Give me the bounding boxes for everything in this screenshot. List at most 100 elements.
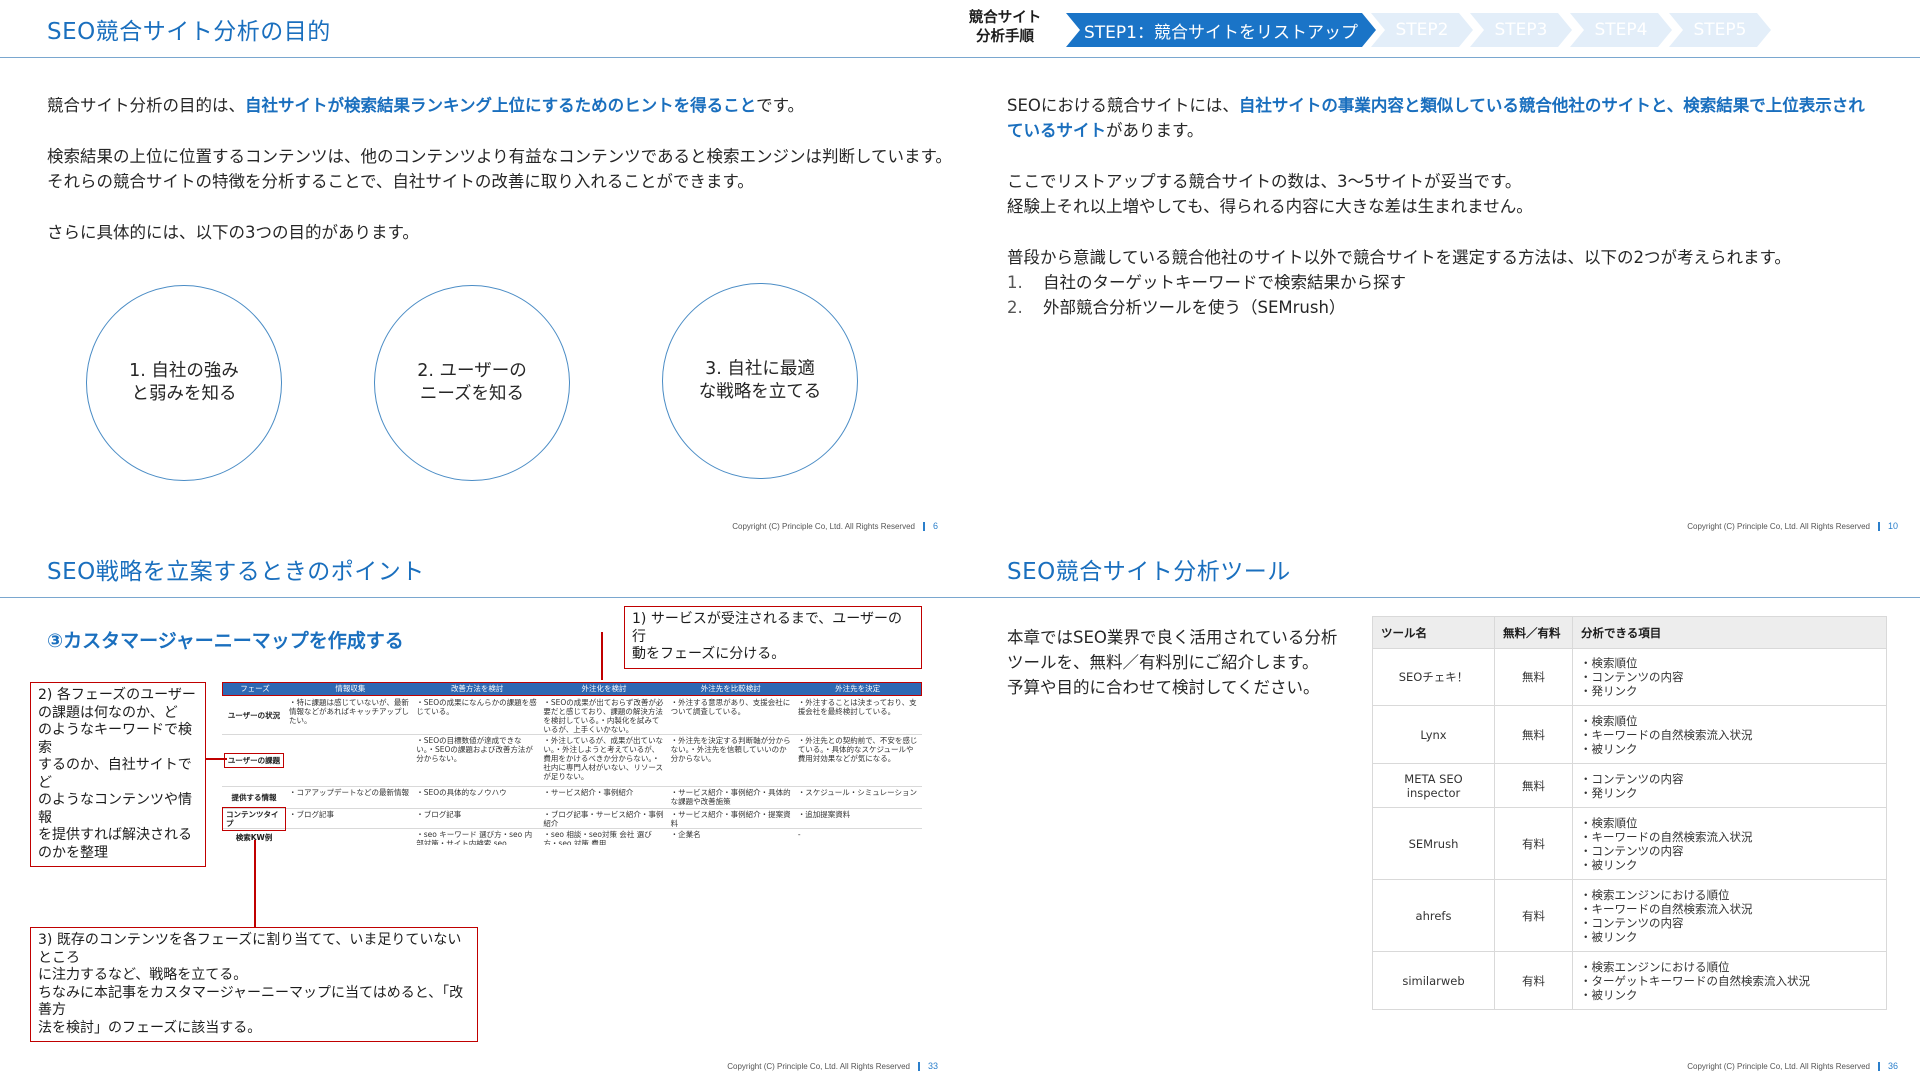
map-cell [286,829,413,845]
paragraph: 検索結果の上位に位置するコンテンツは、他のコンテンツより有益なコンテンツであると… [47,147,952,166]
map-row: 検索KW例 ・seo キーワード 選び方・seo 内部対策・サイト内検索 seo… [222,829,922,845]
callout-strategy: 3) 既存のコンテンツを各フェーズに割り当てて、いま足りていないところ に注力す… [30,927,478,1042]
map-header: フェーズ 情報収集 改善方法を検討 外注化を検討 外注先を比較検討 外注先を決定 [222,682,922,696]
slide-body: 競合サイト分析の目的は、自社サイトが検索結果ランキング上位にするためのヒントを得… [47,93,952,245]
circle-text: 3. 自社に最適 [705,359,815,379]
step-4: STEP4 [1570,13,1672,47]
tool-item: ・コンテンツの内容 [1580,915,1684,930]
slide-body: 本章ではSEO業界で良く活用されている分析 ツールを、無料／有料別にご紹介します… [1007,625,1337,700]
callout-text: 2) 各フェーズのユーザー [38,687,196,703]
list-number: 2. [1007,298,1023,317]
tool-items: ・検索エンジンにおける順位 ・キーワードの自然検索流入状況 ・コンテンツの内容 … [1572,879,1887,952]
map-cell: - [797,830,801,839]
tools-table: ツール名 無料／有料 分析できる項目 SEOチェキ！ 無料 ・検索順位 ・コンテ… [1372,616,1887,1010]
footer: Copyright (C) Principle Co, Ltd. All Rig… [1687,521,1898,531]
tool-item: ・発リンク [1580,785,1638,800]
tool-item: ・キーワードの自然検索流入状況 [1580,829,1753,844]
page-number: 10 [1887,521,1898,531]
map-cell: ・サービス紹介・事例紹介・提案資料 [670,810,791,828]
paragraph: ているサイトがあります。 [1007,118,1865,143]
purpose-circle-3: 3. 自社に最適 な戦略を立てる [662,283,858,479]
map-cell: ・追加提案資料 [797,810,851,819]
tool-item: ・ターゲットキーワードの自然検索流入状況 [1580,973,1810,988]
callout-text: のようなコンテンツや情報 [38,792,192,826]
map-row-header-text: ユーザーの課題 [223,753,285,768]
tool-fee: 無料 [1494,648,1573,706]
tool-item: ・被リンク [1580,741,1638,756]
footer: Copyright (C) Principle Co, Ltd. All Rig… [727,1061,938,1071]
footer-divider [922,521,925,531]
tool-name: META SEO inspector [1372,763,1495,808]
slide-seo-competitor-purpose: SEO競合サイト分析の目的 競合サイト分析の目的は、自社サイトが検索結果ランキン… [0,0,960,540]
table-row: SEOチェキ！ 無料 ・検索順位 ・コンテンツの内容 ・発リンク [1372,648,1887,706]
map-cell: ・スケジュール・シミュレーション [797,788,917,797]
tool-name-text: similarweb [1402,973,1465,988]
tool-name: ahrefs [1372,879,1495,952]
tool-name-text: Lynx [1420,727,1447,742]
highlight-text: ているサイト [1007,121,1106,140]
map-header-cell: 外注化を検討 [581,684,627,693]
tool-items: ・検索エンジンにおける順位 ・ターゲットキーワードの自然検索流入状況 ・被リンク [1572,951,1887,1010]
map-cell: ・SEOの成果になんらかの課題を感じている。 [416,698,537,716]
map-row-header-text: コンテンツタイプ [222,806,286,831]
highlight-text: 自社サイトが検索結果ランキング上位にするためのヒントを得ること [245,96,757,115]
map-cell: ・外注先を決定する判断軸が分からない。・外注先を信頼していいのか分からない。 [670,736,791,763]
slide-competitor-listing: 競合サイト 分析手順 STEP1：競合サイトをリストアップ STEP2 STEP… [960,0,1920,540]
tool-items: ・検索順位 ・コンテンツの内容 ・発リンク [1572,648,1887,706]
title-divider [0,57,960,58]
title-divider [0,597,960,598]
tool-item: ・キーワードの自然検索流入状況 [1580,901,1753,916]
paragraph: 本章ではSEO業界で良く活用されている分析 [1007,628,1338,647]
map-cell: ・SEOの目標数値が達成できない。・SEOの課題および改善方法が分からない。 [416,736,533,763]
callout-text: ちなみに本記事をカスタマージャーニーマップに当てはめると、「改善方 [38,984,464,1019]
copyright: Copyright (C) Principle Co, Ltd. All Rig… [1687,521,1870,531]
copyright: Copyright (C) Principle Co, Ltd. All Rig… [727,1061,910,1071]
map-cell: ・サービス紹介・事例紹介・具体的な課題や改善施策 [670,788,791,806]
column-header: 分析できる項目 [1572,616,1887,649]
step-2: STEP2 [1371,13,1473,47]
tool-name-text: ahrefs [1415,908,1452,923]
map-cell: ・SEOの具体的なノウハウ [416,788,507,797]
purpose-circle-2: 2. ユーザーの ニーズを知る [374,285,570,481]
text: 競合サイト分析の目的は、 [47,96,245,115]
paragraph: 予算や目的に合わせて検討してください。 [1007,678,1320,697]
table-row: SEMrush 有料 ・検索順位 ・キーワードの自然検索流入状況 ・コンテンツの… [1372,807,1887,880]
map-cell: ・外注することは決まっており、支援会社を最終検討している。 [797,698,917,716]
paragraph: 普段から意識している競合他社のサイト以外で競合サイトを選定する方法は、以下の2つ… [1007,248,1791,267]
map-cell: ・コアアップデートなどの最新情報 [289,788,409,797]
list-item: 1. 自社のターゲットキーワードで検索結果から探す [1007,270,1865,295]
map-cell [286,735,413,786]
tool-item: ・被リンク [1580,929,1638,944]
map-cell: ・ブログ記事 [416,810,462,819]
callout-text: するのか、自社サイトでど [38,757,192,791]
tool-fee: 無料 [1494,705,1573,764]
circle-text: ニーズを知る [419,384,525,404]
footer: Copyright (C) Principle Co, Ltd. All Rig… [1687,1061,1898,1071]
tool-name: Lynx [1372,705,1495,764]
table-row: Lynx 無料 ・検索順位 ・キーワードの自然検索流入状況 ・被リンク [1372,705,1887,764]
tool-items: ・検索順位 ・キーワードの自然検索流入状況 ・被リンク [1572,705,1887,764]
text: があります。 [1106,121,1204,140]
map-cell: ・seo キーワード 選び方・seo 内部対策・サイト内検索 seo [416,830,533,845]
copyright: Copyright (C) Principle Co, Ltd. All Rig… [732,521,915,531]
paragraph: 競合サイト分析の目的は、自社サイトが検索結果ランキング上位にするためのヒントを得… [47,93,952,118]
slide-seo-analysis-tools: SEO競合サイト分析ツール 本章ではSEO業界で良く活用されている分析 ツールを… [960,540,1920,1080]
callout-text: 法を検討」のフェーズに該当する。 [38,1019,262,1036]
map-cell: ・企業名 [670,830,701,839]
callout-text: を提供すれば解決される [38,827,192,843]
tool-fee: 有料 [1494,951,1573,1010]
step-3: STEP3 [1470,13,1572,47]
map-row-header: ユーザーの課題 [222,735,286,786]
map-header-cell: 情報収集 [335,684,366,693]
callout-text: のかを整理 [38,844,108,861]
highlight-text: 自社サイトの事業内容と類似している競合他社のサイトと、検索結果で上位表示され [1238,96,1865,115]
slide-seo-strategy-points: SEO戦略を立案するときのポイント ③カスタマージャーニーマップを作成する フェ… [0,540,960,1080]
table-row: ahrefs 有料 ・検索エンジンにおける順位 ・キーワードの自然検索流入状況 … [1372,879,1887,952]
slide-title: SEO戦略を立案するときのポイント [47,559,425,585]
title-divider [960,597,1920,598]
map-row: コンテンツタイプ ・ブログ記事 ・ブログ記事 ・ブログ記事・サービス紹介・事例紹… [222,806,922,831]
map-cell: ・外注しているが、成果が出ていない。・外注しようと考えているが、費用をかけるべき… [543,736,664,781]
callout-text: の課題は何なのか、ど [38,704,178,721]
tool-item: ・検索エンジンにおける順位 [1580,887,1730,902]
footer: Copyright (C) Principle Co, Ltd. All Rig… [732,521,938,531]
